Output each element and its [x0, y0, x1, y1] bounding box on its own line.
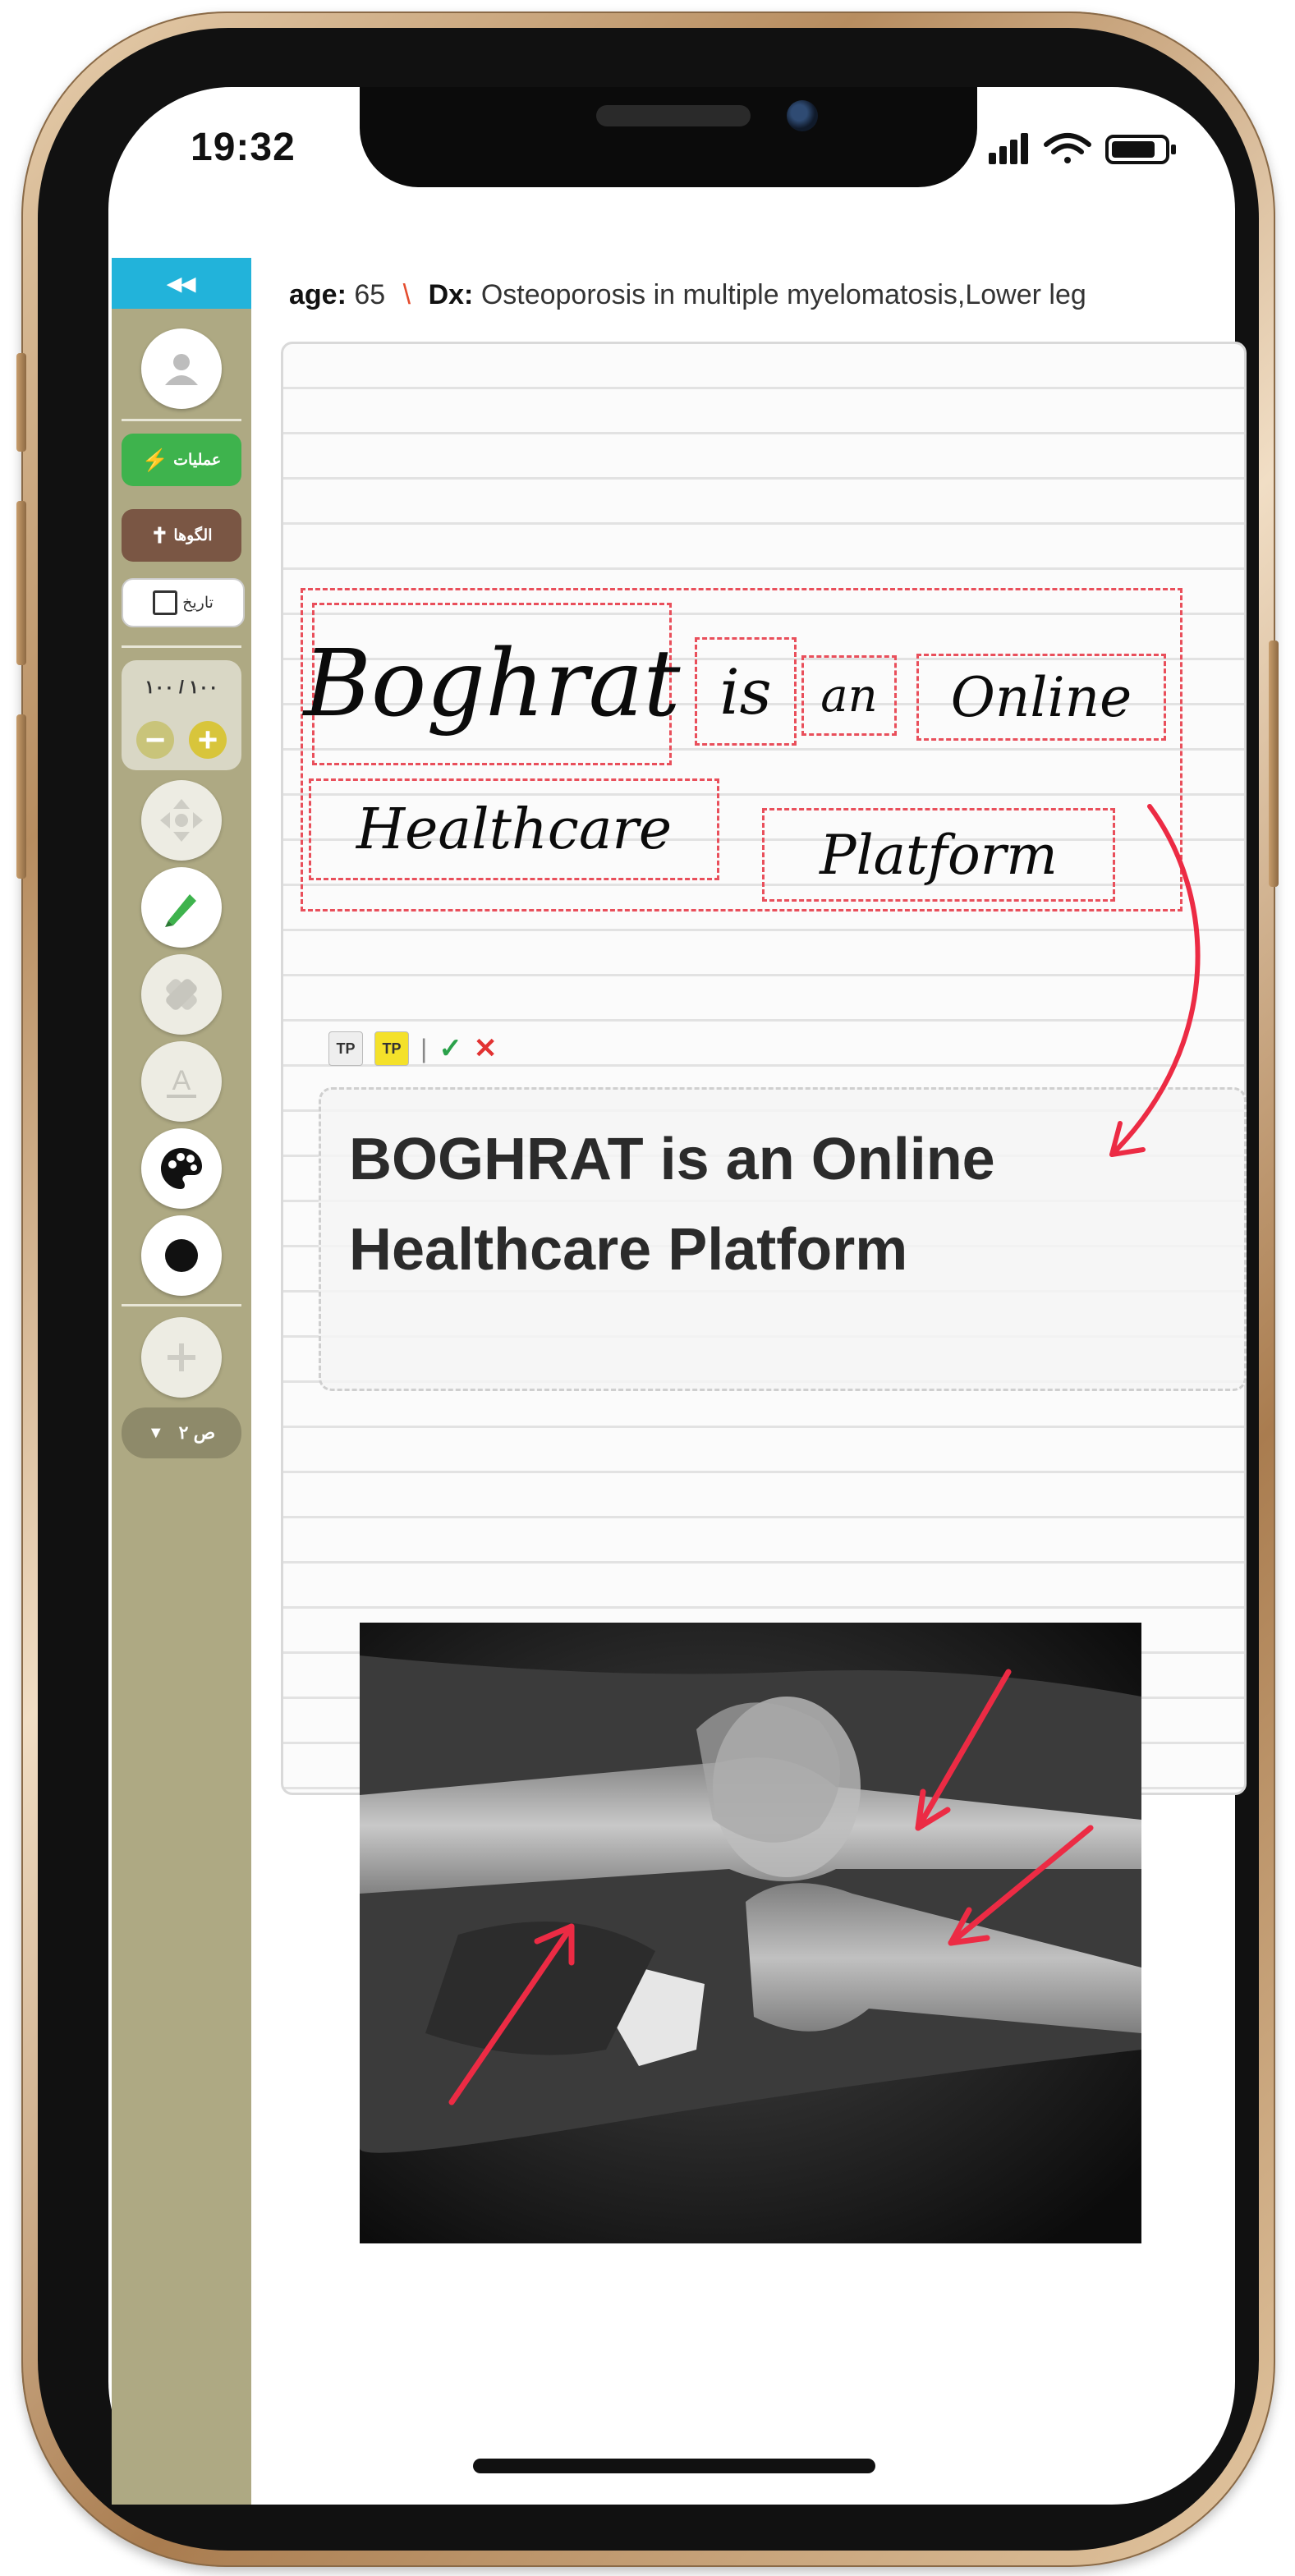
phone-camera: [787, 100, 818, 131]
phone-silent-switch: [16, 353, 26, 452]
human-figure-icon: ✝: [150, 522, 169, 548]
zoom-control: ۱۰۰ / ۱۰۰ − +: [122, 660, 241, 770]
handwritten-word: Boghrat: [304, 603, 680, 765]
recognition-toolbar: TP TP | ✓ ✕: [328, 1028, 497, 1069]
sidebar-divider: [122, 419, 241, 421]
xray-image[interactable]: [360, 1623, 1141, 2243]
recognized-text-line: Healthcare Platform: [349, 1217, 908, 1283]
handwritten-word: Healthcare: [309, 778, 719, 880]
signal-icon: [989, 133, 1028, 164]
date-toggle[interactable]: تاریخ: [122, 578, 245, 627]
phone-volume-down-button: [16, 714, 26, 879]
text-format-highlight-button[interactable]: TP: [374, 1031, 409, 1066]
annotation-arrow: [1109, 804, 1201, 1157]
phone-power-button: [1269, 641, 1279, 887]
double-chevron-left-icon: ◂◂: [167, 268, 196, 299]
move-tool-button[interactable]: [141, 780, 222, 861]
profile-icon: [165, 354, 198, 385]
templates-button[interactable]: الگوها ✝: [122, 509, 241, 562]
wifi-icon: [1044, 133, 1091, 163]
add-icon: [168, 1343, 195, 1371]
handwritten-word: an: [801, 655, 897, 736]
zoom-level: ۱۰۰ / ۱۰۰: [145, 677, 218, 697]
chevron-down-icon: ▼: [147, 1423, 164, 1442]
sidebar-divider: [122, 1304, 241, 1306]
patient-info-bar: age: 65 \ Dx: Osteoporosis in multiple m…: [289, 279, 1086, 311]
zoom-out-button[interactable]: −: [136, 721, 174, 759]
info-separator: \: [402, 279, 411, 310]
phone-notch: [360, 87, 977, 187]
profile-button[interactable]: [141, 328, 222, 409]
handwritten-word: is: [695, 637, 797, 746]
home-indicator[interactable]: [473, 2459, 875, 2473]
stroke-size-icon: [165, 1239, 198, 1272]
pen-icon: [165, 894, 196, 927]
reject-icon[interactable]: ✕: [474, 1032, 498, 1065]
templates-label: الگوها: [173, 526, 213, 544]
zoom-in-button[interactable]: +: [189, 721, 227, 759]
age-label: age:: [289, 279, 347, 310]
page-selector[interactable]: ▼ ص ۲: [122, 1407, 241, 1458]
pen-tool-button[interactable]: [141, 867, 222, 948]
battery-icon: [1105, 135, 1176, 164]
eraser-icon: [166, 979, 197, 1010]
phone-volume-up-button: [16, 501, 26, 665]
text-tool-button[interactable]: A: [141, 1041, 222, 1122]
text-format-tool-button[interactable]: TP: [328, 1031, 363, 1066]
color-palette-button[interactable]: [141, 1128, 222, 1209]
collapse-sidebar-button[interactable]: ◂◂: [112, 258, 251, 309]
lightning-icon: ⚡: [141, 447, 169, 472]
operations-button[interactable]: عملیات ⚡: [122, 434, 241, 486]
date-checkbox[interactable]: [153, 590, 178, 615]
diagnosis-value: Osteoporosis in multiple myelomatosis,Lo…: [480, 279, 1086, 310]
eraser-tool-button[interactable]: [141, 954, 222, 1035]
handwritten-word: Online: [916, 654, 1166, 741]
accept-icon[interactable]: ✓: [439, 1032, 462, 1065]
move-icon: [160, 799, 203, 842]
age-value: 65: [354, 279, 386, 310]
handwritten-word: Platform: [762, 808, 1115, 902]
palette-icon: [161, 1148, 202, 1189]
status-icons: [989, 133, 1176, 164]
phone-speaker: [596, 105, 751, 126]
sidebar-divider: [122, 645, 241, 648]
text-icon: A: [167, 1065, 196, 1098]
status-time: 19:32: [191, 126, 296, 169]
page-label: ص ۲: [178, 1422, 216, 1443]
recognized-text-line: BOGHRAT is an Online: [349, 1127, 995, 1192]
svg-text:A: A: [172, 1065, 191, 1096]
diagnosis-label: Dx:: [428, 279, 474, 310]
stroke-size-button[interactable]: [141, 1215, 222, 1296]
add-button[interactable]: [141, 1317, 222, 1398]
toolbar-divider: |: [420, 1033, 428, 1063]
date-label: تاریخ: [182, 594, 214, 612]
operations-label: عملیات: [173, 451, 222, 469]
